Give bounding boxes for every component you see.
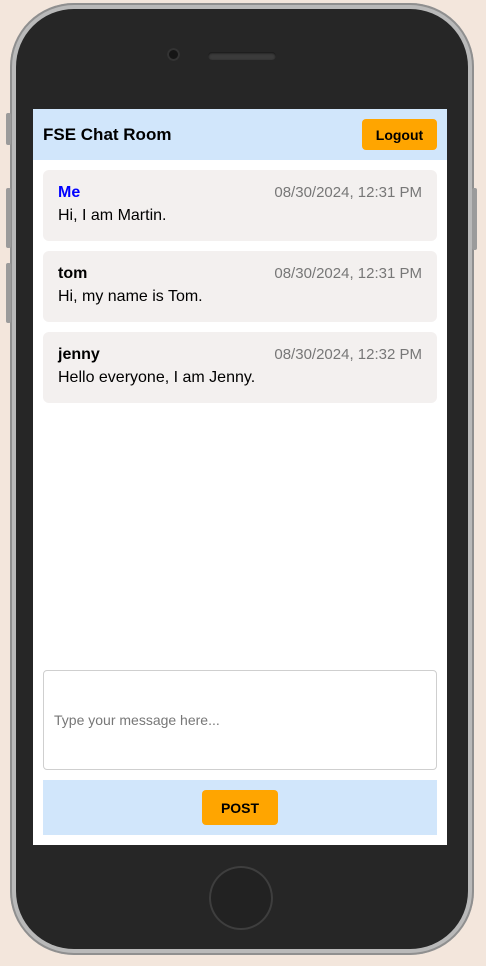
message-timestamp: 08/30/2024, 12:31 PM xyxy=(274,265,422,282)
volume-down-button xyxy=(6,263,11,323)
post-bar: POST xyxy=(43,780,437,835)
home-button[interactable] xyxy=(209,866,273,930)
page-title: FSE Chat Room xyxy=(43,124,172,144)
app-screen: FSE Chat Room Logout Me 08/30/2024, 12:3… xyxy=(33,109,447,845)
message-text: Hi, my name is Tom. xyxy=(58,288,203,305)
app-header: FSE Chat Room Logout xyxy=(33,109,447,160)
message-input[interactable] xyxy=(43,670,437,770)
front-camera xyxy=(167,48,180,61)
earpiece-speaker xyxy=(208,52,276,60)
message-item: jenny 08/30/2024, 12:32 PM Hello everyon… xyxy=(43,332,437,403)
message-item: Me 08/30/2024, 12:31 PM Hi, I am Martin. xyxy=(43,170,437,241)
volume-up-button xyxy=(6,188,11,248)
message-text: Hi, I am Martin. xyxy=(58,207,167,224)
post-button[interactable]: POST xyxy=(202,790,278,825)
message-item: tom 08/30/2024, 12:31 PM Hi, my name is … xyxy=(43,251,437,322)
message-author: tom xyxy=(58,265,88,282)
message-timestamp: 08/30/2024, 12:32 PM xyxy=(274,346,422,363)
logout-button[interactable]: Logout xyxy=(362,119,437,150)
power-button xyxy=(472,188,477,250)
message-author: Me xyxy=(58,184,81,201)
message-timestamp: 08/30/2024, 12:31 PM xyxy=(274,184,422,201)
message-text: Hello everyone, I am Jenny. xyxy=(58,369,256,386)
mute-switch xyxy=(6,113,11,145)
message-author: jenny xyxy=(58,346,100,363)
message-list: Me 08/30/2024, 12:31 PM Hi, I am Martin.… xyxy=(33,160,447,403)
